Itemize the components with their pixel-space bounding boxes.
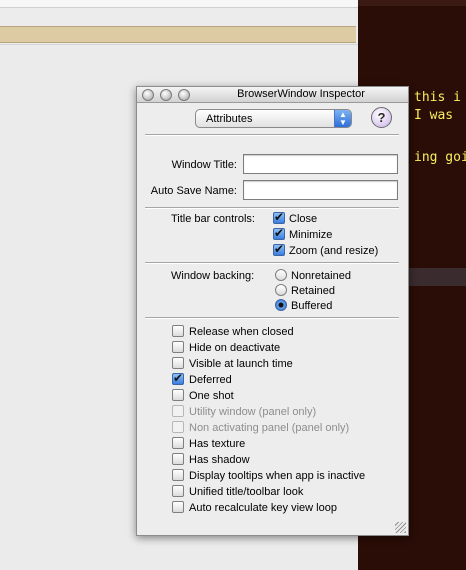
buffered-radio[interactable]: [275, 299, 287, 311]
has-texture-checkbox[interactable]: [172, 437, 184, 449]
one-shot-checkbox[interactable]: [172, 389, 184, 401]
visible-at-launch-label: Visible at launch time: [189, 358, 293, 370]
inspector-mode-value: Attributes: [206, 113, 253, 125]
resize-grip-icon[interactable]: [395, 522, 406, 533]
display-tooltips-checkbox[interactable]: [172, 469, 184, 481]
window-title-field[interactable]: [243, 154, 398, 174]
zoom-window-button[interactable]: [178, 89, 190, 101]
minimize-checkbox-label: Minimize: [289, 229, 333, 241]
inspector-title: BrowserWindow Inspector: [237, 88, 365, 100]
minimize-checkbox[interactable]: [273, 226, 285, 240]
separator: [145, 317, 399, 319]
hide-on-deactivate-checkbox[interactable]: [172, 341, 184, 353]
inspector-panel: BrowserWindow Inspector Attributes ▲ ▼ ? …: [136, 86, 409, 536]
background-window-toolbar: [0, 0, 360, 8]
auto-recalculate-key-view-label: Auto recalculate key view loop: [189, 502, 337, 514]
release-when-closed-label: Release when closed: [189, 326, 294, 338]
has-texture-label: Has texture: [189, 438, 246, 450]
utility-window-checkbox: [172, 405, 184, 417]
close-checkbox[interactable]: [273, 210, 285, 224]
one-shot-label: One shot: [189, 390, 234, 402]
unified-toolbar-checkbox[interactable]: [172, 485, 184, 497]
has-shadow-label: Has shadow: [189, 454, 250, 466]
auto-save-name-label: Auto Save Name:: [150, 185, 237, 197]
help-button[interactable]: ?: [371, 107, 392, 128]
non-activating-panel-checkbox: [172, 421, 184, 433]
code-line: ing goi: [414, 150, 466, 165]
zoom-checkbox[interactable]: [273, 242, 285, 256]
retained-radio[interactable]: [275, 284, 287, 296]
release-when-closed-checkbox[interactable]: [172, 325, 184, 337]
background-window-header-bar: [0, 26, 356, 43]
zoom-checkbox-label: Zoom (and resize): [289, 245, 379, 257]
code-line: I was: [414, 108, 461, 123]
retained-label: Retained: [291, 285, 336, 297]
non-activating-panel-label: Non activating panel (panel only): [189, 422, 350, 434]
code-editor-titlebar: [358, 0, 466, 6]
has-shadow-checkbox[interactable]: [172, 453, 184, 465]
close-checkbox-label: Close: [289, 213, 318, 225]
visible-at-launch-checkbox[interactable]: [172, 357, 184, 369]
separator: [145, 207, 399, 209]
hide-on-deactivate-label: Hide on deactivate: [189, 342, 281, 354]
window-backing-label: Window backing:: [171, 270, 255, 282]
nonretained-label: Nonretained: [291, 270, 351, 282]
title-bar-controls-label: Title bar controls:: [171, 213, 255, 225]
popup-arrows-icon: ▲ ▼: [334, 110, 351, 127]
deferred-label: Deferred: [189, 374, 232, 386]
unified-toolbar-label: Unified title/toolbar look: [189, 486, 304, 498]
inspector-titlebar[interactable]: BrowserWindow Inspector: [137, 87, 408, 103]
minimize-window-button[interactable]: [160, 89, 172, 101]
buffered-label: Buffered: [291, 300, 333, 312]
close-window-button[interactable]: [142, 89, 154, 101]
separator: [145, 262, 399, 264]
deferred-checkbox[interactable]: [172, 371, 184, 385]
separator: [145, 134, 399, 136]
nonretained-radio[interactable]: [275, 269, 287, 281]
window-title-label: Window Title:: [171, 159, 237, 171]
inspector-mode-popup[interactable]: Attributes ▲ ▼: [195, 109, 352, 128]
utility-window-label: Utility window (panel only): [189, 406, 317, 418]
display-tooltips-label: Display tooltips when app is inactive: [189, 470, 366, 482]
code-line: this i: [414, 90, 461, 105]
auto-save-name-field[interactable]: [243, 180, 398, 200]
auto-recalculate-key-view-checkbox[interactable]: [172, 501, 184, 513]
